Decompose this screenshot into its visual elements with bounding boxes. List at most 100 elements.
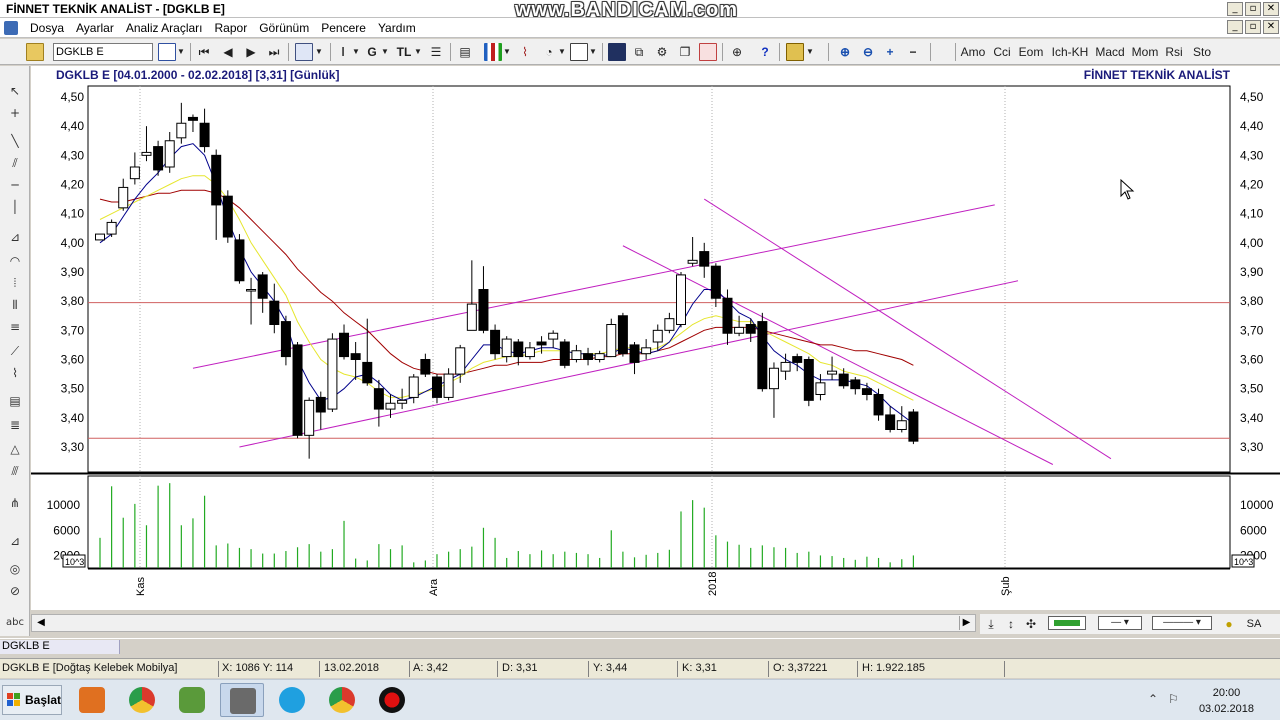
candle-body [153, 146, 164, 171]
status-symbol-name: DGKLB E [Doğtaş Kelebek Mobilya] [2, 662, 178, 674]
candle-body [362, 361, 373, 384]
status-cursor-xy: X: 1086 Y: 114 [222, 662, 294, 674]
y-tick-label-right: 4,40 [1240, 119, 1264, 133]
line-width-picker[interactable]: ——— ▾ [1152, 616, 1212, 630]
candle-body [896, 420, 907, 430]
lightbulb-icon[interactable]: ● [1222, 614, 1236, 634]
candle-body [629, 344, 640, 363]
scroll-left-icon[interactable]: ◀ [34, 616, 48, 630]
volume-tick-label-left: 10000 [47, 498, 81, 512]
zoom-vertical-icon[interactable]: ↕ [1004, 614, 1018, 634]
y-tick-label-left: 4,40 [61, 119, 85, 133]
candle-body [106, 221, 117, 235]
candle-body [536, 341, 547, 346]
candle-body [676, 274, 686, 325]
chrome-taskbar-icon[interactable] [120, 683, 164, 717]
candle-body [176, 122, 187, 139]
candle-body [397, 399, 408, 404]
skype-taskbar-icon[interactable] [270, 683, 314, 717]
start-label: Başlat [25, 693, 62, 707]
finnet-taskbar-icon[interactable] [220, 683, 264, 717]
symbol-tab-strip [0, 638, 1280, 656]
candle-body [280, 321, 291, 358]
candle-body [792, 356, 803, 363]
candle-body [431, 376, 442, 398]
volume-tick-label-left: 6000 [53, 523, 80, 537]
candle-body [246, 289, 257, 292]
film-app-taskbar-icon[interactable] [170, 683, 214, 717]
bandicam-taskbar-icon[interactable] [370, 683, 414, 717]
sa-button[interactable]: SA [1242, 614, 1266, 634]
candle-body [768, 367, 779, 390]
status-low: D: 3,31 [502, 662, 538, 674]
start-button[interactable]: Başlat [2, 685, 62, 715]
y-tick-label-left: 3,60 [61, 353, 85, 367]
candle-body [466, 303, 477, 331]
candle-body [304, 399, 315, 436]
candle-body [524, 347, 535, 358]
candle-body [292, 344, 303, 436]
candle-body [827, 370, 838, 375]
scroll-right-icon[interactable]: ▶ [959, 616, 973, 630]
volume-unit-label: 10^3 [1234, 557, 1253, 567]
text-tool-icon[interactable]: abc [4, 616, 26, 630]
candle-body [95, 233, 105, 241]
candle-body [699, 251, 710, 267]
x-tick-label: Kas [135, 577, 147, 596]
chart-controls: ⤓ ↕ ✣ — ▾ ——— ▾ ● SA [980, 614, 1280, 634]
candle-body [420, 359, 431, 375]
symbol-tab[interactable]: DGKLB E [0, 640, 120, 654]
candle-body [908, 411, 919, 442]
flag-icon[interactable]: ⚐ [1168, 692, 1179, 706]
media-player-taskbar-icon[interactable] [70, 683, 114, 717]
y-tick-label-left: 4,00 [61, 236, 85, 250]
candle-body [548, 332, 559, 340]
candle-body [339, 332, 350, 358]
volume-unit-label: 10^3 [65, 557, 84, 567]
taskbar: Başlat ⌃ ⚐ 20:00 03.02.2018 [0, 679, 1280, 720]
y-tick-label-left: 3,90 [61, 265, 85, 279]
chart-scrollbar[interactable]: ◀ ▶ [31, 614, 976, 632]
candle-body [664, 318, 675, 331]
y-tick-label-left: 4,10 [61, 207, 85, 221]
windows-logo-icon [7, 693, 20, 706]
tray-expand-icon[interactable]: ⌃ [1148, 692, 1158, 706]
candle-body [234, 239, 245, 282]
clock-time: 20:00 [1212, 687, 1241, 699]
candle-body [734, 326, 745, 334]
candle-body [641, 347, 652, 355]
price-chart[interactable]: Kas Ara 2018 Şub 4,50 4,50 4,40 4,40 4,30 4,30 4,2… [0, 0, 1280, 612]
candle-body [455, 347, 466, 375]
candle-body [838, 373, 849, 387]
candle-body [129, 166, 140, 180]
y-tick-label-left: 3,70 [61, 323, 85, 337]
candle-body [757, 321, 768, 390]
y-tick-label-left: 3,40 [61, 411, 85, 425]
chrome-2-taskbar-icon[interactable] [320, 683, 364, 717]
status-date: 13.02.2018 [324, 662, 380, 674]
volume-tick-label-right: 6000 [1240, 523, 1267, 537]
line-color-picker[interactable] [1048, 616, 1086, 630]
clock-date: 03.02.2018 [1198, 703, 1254, 715]
y-tick-label-right: 3,70 [1240, 323, 1264, 337]
candle-body [745, 324, 756, 334]
candle-body [583, 353, 594, 360]
line-style-picker[interactable]: — ▾ [1098, 616, 1142, 630]
candle-body [501, 338, 512, 358]
candle-body [617, 315, 628, 355]
y-tick-label-left: 3,80 [61, 294, 85, 308]
candle-body [571, 350, 582, 360]
volume-plot-area [87, 475, 1231, 569]
candle-body [559, 341, 570, 366]
candle-body [164, 140, 175, 168]
candle-body [350, 353, 361, 360]
zoom-fit-icon[interactable]: ⤓ [984, 614, 998, 634]
candle-body [513, 341, 524, 358]
candle-body [850, 379, 861, 390]
zoom-reset-icon[interactable]: ✣ [1024, 614, 1038, 634]
y-tick-label-left: 3,50 [61, 382, 85, 396]
status-high: Y: 3,44 [593, 662, 628, 674]
candle-body [187, 116, 198, 121]
y-tick-label-right: 4,50 [1240, 90, 1264, 104]
candle-body [141, 151, 152, 156]
